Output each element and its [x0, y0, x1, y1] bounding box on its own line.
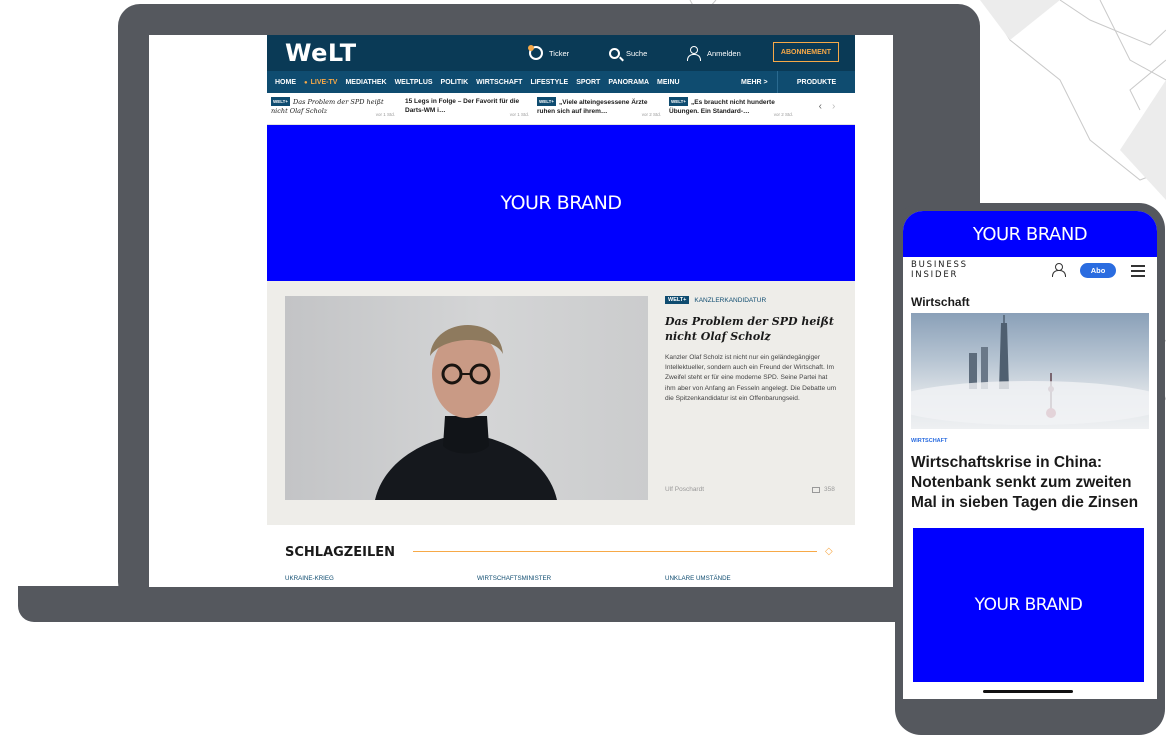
- article-headline[interactable]: Wirtschaftskrise in China: Notenbank sen…: [911, 453, 1151, 513]
- headlines-title: SCHLAGZEILEN: [285, 545, 395, 560]
- teaser-item[interactable]: 15 Legs in Folge – Der Favorit für die D…: [405, 97, 529, 121]
- hero-body: Kanzler Olaf Scholz ist nicht nur ein ge…: [665, 354, 837, 402]
- business-insider-logo[interactable]: BUSINESS INSIDER: [911, 260, 968, 280]
- nav-home[interactable]: HOME: [275, 79, 296, 86]
- nav-weltplus[interactable]: WELTPLUS: [395, 79, 433, 86]
- brand-ad-banner-top[interactable]: YOUR BRAND: [903, 211, 1157, 257]
- nav-more-button[interactable]: MEHR >: [737, 71, 772, 93]
- main-navigation: HOME LIVE-TV MEDIATHEK WELTPLUS POLITIK …: [267, 71, 855, 93]
- laptop-screen: WeLT Ticker Suche Anmelden ABONNEMENT HO…: [149, 35, 893, 587]
- logo-line-1: BUSINESS: [911, 260, 968, 270]
- welt-plus-badge: WELT+: [665, 296, 690, 304]
- teaser-time: vor 1 Std.: [509, 112, 529, 117]
- logo-line-2: INSIDER: [911, 270, 959, 280]
- teaser-item[interactable]: WELT+ „Viele alteingesessene Ärzte ruhen …: [537, 97, 661, 121]
- nav-mediathek[interactable]: MEDIATHEK: [345, 79, 386, 86]
- portrait-image: [375, 324, 557, 500]
- article-kicker[interactable]: WIRTSCHAFT: [911, 438, 947, 444]
- teaser-time: vor 1 Std.: [375, 112, 395, 117]
- subscribe-button[interactable]: ABONNEMENT: [773, 42, 839, 62]
- welt-plus-badge: WELT+: [537, 97, 557, 106]
- account-icon[interactable]: [1051, 263, 1066, 277]
- teaser-item[interactable]: WELT+ Das Problem der SPD heißt nicht Ola…: [271, 97, 395, 121]
- headlines-section-header: SCHLAGZEILEN ◇: [285, 543, 855, 563]
- welt-logo[interactable]: WeLT: [285, 39, 357, 67]
- ticker-label: Ticker: [549, 48, 570, 58]
- brand-ad-text: YOUR BRAND: [500, 192, 622, 214]
- teaser-bar: WELT+ Das Problem der SPD heißt nicht Ola…: [267, 93, 855, 125]
- headline-category[interactable]: WIRTSCHAFTSMINISTER: [477, 575, 551, 582]
- hero-author: Ulf Poschardt: [665, 486, 705, 493]
- brand-ad-banner[interactable]: YOUR BRAND: [267, 125, 855, 281]
- nav-politik[interactable]: POLITIK: [441, 79, 469, 86]
- brand-ad-text: YOUR BRAND: [972, 223, 1088, 245]
- search-button[interactable]: Suche: [609, 45, 647, 61]
- welt-plus-badge: WELT+: [271, 97, 291, 106]
- teaser-item[interactable]: WELT+ „Es braucht nicht hunderte Übungen.…: [669, 97, 793, 121]
- nav-sport[interactable]: SPORT: [576, 79, 600, 86]
- nav-wirtschaft[interactable]: WIRTSCHAFT: [476, 79, 522, 86]
- nav-panorama[interactable]: PANORAMA: [608, 79, 649, 86]
- user-icon: [687, 46, 701, 61]
- ticker-link[interactable]: Ticker: [528, 45, 570, 61]
- search-label: Suche: [626, 48, 648, 58]
- chevron-right-icon[interactable]: ›: [832, 101, 835, 117]
- brand-ad-text: YOUR BRAND: [974, 595, 1083, 615]
- hero-photo[interactable]: [285, 296, 648, 500]
- welt-header: WeLT Ticker Suche Anmelden ABONNEMENT: [267, 35, 855, 71]
- subscribe-button[interactable]: Abo: [1080, 263, 1116, 278]
- teaser-time: vor 2 Std.: [773, 112, 793, 117]
- brand-ad-banner-bottom[interactable]: YOUR BRAND: [913, 528, 1144, 682]
- welt-plus-badge: WELT+: [669, 97, 689, 106]
- nav-lifestyle[interactable]: LIFESTYLE: [530, 79, 568, 86]
- skyline-image: [911, 315, 1149, 425]
- business-insider-header: BUSINESS INSIDER Abo: [903, 257, 1157, 287]
- hero-kicker-label: KANZLERKANDIDATUR: [694, 296, 767, 304]
- welt-website: WeLT Ticker Suche Anmelden ABONNEMENT HO…: [267, 35, 855, 587]
- login-label: Anmelden: [707, 48, 741, 58]
- headline-category[interactable]: UKRAINE-KRIEG: [285, 575, 334, 582]
- hero-kicker: WELT+ KANZLERKANDIDATUR: [665, 296, 839, 304]
- teaser-carousel-controls: ‹ ›: [807, 101, 847, 117]
- flame-icon: ◇: [825, 546, 833, 557]
- nav-meinung[interactable]: MEINU: [657, 79, 680, 86]
- nav-live-tv[interactable]: LIVE-TV: [304, 79, 338, 86]
- hamburger-menu-icon[interactable]: [1131, 265, 1145, 277]
- nav-products-button[interactable]: PRODUKTE: [777, 71, 855, 93]
- login-button[interactable]: Anmelden: [687, 45, 741, 61]
- home-indicator[interactable]: [983, 690, 1073, 693]
- article-photo[interactable]: [911, 313, 1149, 429]
- teaser-text: 15 Legs in Folge – Der Favorit für die D…: [405, 98, 520, 114]
- hero-article[interactable]: WELT+ KANZLERKANDIDATUR Das Problem der …: [267, 281, 855, 525]
- ticker-icon: [528, 45, 543, 60]
- comments-link[interactable]: 358: [812, 486, 835, 493]
- headline-category[interactable]: UNKLARE UMSTÄNDE: [665, 575, 731, 582]
- comments-count: 358: [824, 486, 835, 493]
- comment-icon: [812, 486, 820, 493]
- hero-title[interactable]: Das Problem der SPD heißt nicht Olaf Sch…: [665, 314, 839, 344]
- phone-screen: YOUR BRAND BUSINESS INSIDER Abo Wirtscha…: [903, 211, 1157, 699]
- chevron-left-icon[interactable]: ‹: [819, 101, 822, 117]
- headlines-divider: [413, 551, 817, 552]
- section-title: Wirtschaft: [911, 295, 970, 309]
- search-icon: [609, 47, 620, 59]
- teaser-time: vor 2 Std.: [641, 112, 661, 117]
- hero-text-column: WELT+ KANZLERKANDIDATUR Das Problem der …: [665, 296, 839, 404]
